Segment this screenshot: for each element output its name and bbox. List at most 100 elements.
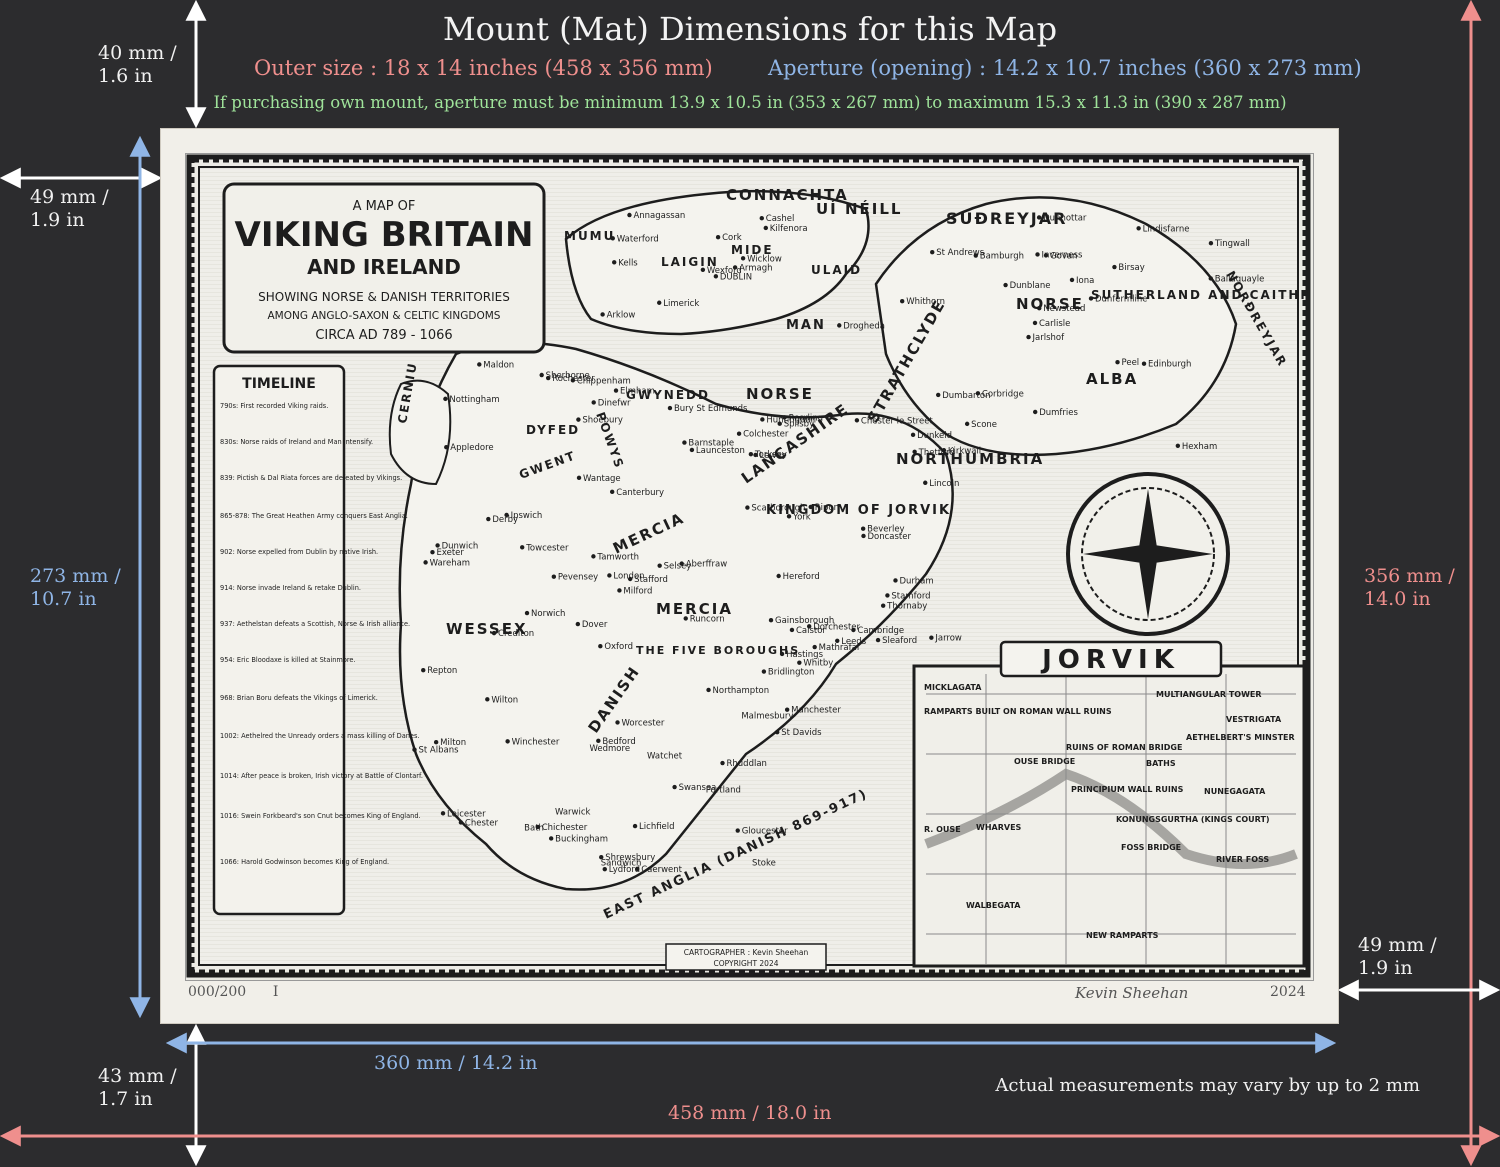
svg-text:790s: First recorded Viking ra: 790s: First recorded Viking raids.: [220, 402, 328, 410]
town-dot: [667, 405, 673, 411]
town-label: Winchester: [512, 737, 560, 747]
svg-text:ALBA: ALBA: [1086, 370, 1138, 388]
timeline-scroll: [212, 364, 346, 916]
town-dot: [936, 392, 941, 398]
own-mount-note: If purchasing own mount, aperture must b…: [213, 93, 1287, 112]
town-dot: [735, 828, 740, 833]
town-label: Maldon: [483, 360, 514, 370]
town-label: Norwich: [531, 609, 565, 619]
town-dot: [443, 396, 448, 402]
town-dot: [1136, 226, 1141, 231]
town-dot: [1003, 282, 1008, 288]
svg-text:968: Brian Boru defeats the Vi: 968: Brian Boru defeats the Vikings of L…: [220, 694, 378, 702]
town-label: Chichester: [542, 823, 588, 833]
town-dot: [612, 260, 617, 265]
town-label: Mathrafal: [819, 643, 860, 653]
town-dot: [812, 644, 817, 650]
town-label: Rhuddlan: [727, 759, 767, 769]
town-label: Stoke: [752, 859, 776, 869]
map-title-main: VIKING BRITAIN: [235, 215, 534, 255]
town-label: Bury St Edmunds: [674, 404, 748, 414]
right-margin-label: 49 mm /1.9 in: [1358, 934, 1437, 980]
svg-text:MULTIANGULAR TOWER: MULTIANGULAR TOWER: [1156, 690, 1262, 699]
town-dot: [753, 452, 758, 458]
town-label: Sleaford: [882, 636, 917, 646]
town-dot: [706, 687, 711, 693]
map-subtitle-1: SHOWING NORSE & DANISH TERRITORIES: [258, 290, 510, 304]
svg-text:WALBEGATA: WALBEGATA: [966, 901, 1021, 910]
town-dot: [1036, 215, 1042, 220]
town-label: Kells: [618, 258, 638, 268]
town-label: Thetford: [918, 448, 955, 458]
svg-text:R. OUSE: R. OUSE: [924, 825, 961, 834]
town-label: Bath: [524, 824, 544, 834]
town-label: Edinburgh: [1148, 360, 1191, 370]
town-label: Arklow: [607, 310, 636, 320]
town-label: Iona: [1076, 276, 1094, 286]
town-label: Carlisle: [1039, 319, 1070, 329]
svg-text:954: Eric Bloodaxe is killed a: 954: Eric Bloodaxe is killed at Stainmor…: [220, 656, 356, 664]
svg-text:1016: Swein Forkbeard's son Cn: 1016: Swein Forkbeard's son Cnut becomes…: [220, 812, 421, 820]
town-label: Thornaby: [886, 602, 927, 612]
outer-height-label: 356 mm /14.0 in: [1364, 565, 1455, 611]
town-label: Govan: [1050, 251, 1077, 261]
svg-text:PRINCIPIUM WALL RUINS: PRINCIPIUM WALL RUINS: [1071, 785, 1184, 794]
town-dot: [1208, 276, 1213, 281]
town-label: Peel: [1122, 358, 1140, 368]
outer-size-label: Outer size : 18 x 14 inches (458 x 356 m…: [254, 56, 713, 80]
edition-number: 000/200 I: [188, 984, 278, 1000]
aperture-width-label: 360 mm / 14.2 in: [374, 1052, 538, 1074]
left-margin-in: 1.9 in: [30, 209, 85, 231]
town-dot: [786, 514, 792, 519]
town-dot: [539, 372, 544, 378]
town-label: Corbridge: [982, 389, 1024, 399]
town-label: Cashel: [766, 214, 795, 224]
town-dot: [808, 504, 813, 510]
town-label: Jarrow: [934, 634, 962, 644]
town-dot: [930, 250, 935, 255]
town-label: Dunnottar: [1043, 213, 1087, 223]
svg-text:OUSE BRIDGE: OUSE BRIDGE: [1014, 757, 1075, 766]
artist-signature: Kevin Sheehan: [1075, 984, 1189, 1002]
town-label: Wilton: [491, 695, 518, 705]
town-dot: [458, 820, 464, 825]
town-label: Shoebury: [582, 416, 623, 426]
aperture-height-mm: 273 mm /: [30, 565, 121, 587]
town-label: Birsay: [1118, 263, 1144, 273]
town-label: Wareham: [430, 558, 470, 568]
town-dot: [683, 616, 688, 621]
town-dot: [617, 588, 622, 593]
town-dot: [1033, 409, 1038, 415]
town-label: Portland: [706, 786, 741, 796]
town-label: Lincoln: [929, 479, 959, 489]
town-dot: [435, 543, 440, 548]
town-dot: [1037, 306, 1042, 311]
town-label: Pevensey: [558, 573, 598, 583]
town-dot: [745, 505, 750, 510]
town-dot: [1032, 320, 1038, 326]
map-print: A MAP OF VIKING BRITAIN AND IRELAND SHOW…: [185, 153, 1314, 981]
town-label: St Davids: [781, 728, 822, 738]
town-label: Doncaster: [867, 532, 911, 542]
town-label: Warwick: [555, 807, 591, 817]
town-label: Dunblane: [1010, 281, 1051, 291]
town-dot: [1043, 253, 1049, 258]
town-dot: [748, 451, 754, 457]
town-label: Jarlshof: [1032, 333, 1066, 343]
svg-text:914: Norse invade Ireland & re: 914: Norse invade Ireland & retake Dubli…: [220, 584, 361, 592]
town-dot: [736, 431, 742, 436]
town-dot: [782, 415, 787, 420]
town-label: Selsey: [664, 562, 692, 572]
town-dot: [548, 836, 554, 841]
svg-text:UÍ NÉILL: UÍ NÉILL: [816, 199, 902, 218]
town-dot: [575, 621, 581, 627]
town-dot: [779, 651, 785, 657]
town-label: Milford: [623, 586, 652, 596]
town-dot: [740, 256, 746, 261]
town-dot: [1088, 296, 1094, 301]
town-dot: [423, 560, 428, 565]
map-subtitle-3: CIRCA AD 789 - 1066: [315, 328, 452, 343]
outer-width-label: 458 mm / 18.0 in: [668, 1102, 832, 1124]
aperture-height-label: 273 mm /10.7 in: [30, 565, 121, 611]
bottom-margin-mm: 43 mm /: [98, 1065, 177, 1087]
